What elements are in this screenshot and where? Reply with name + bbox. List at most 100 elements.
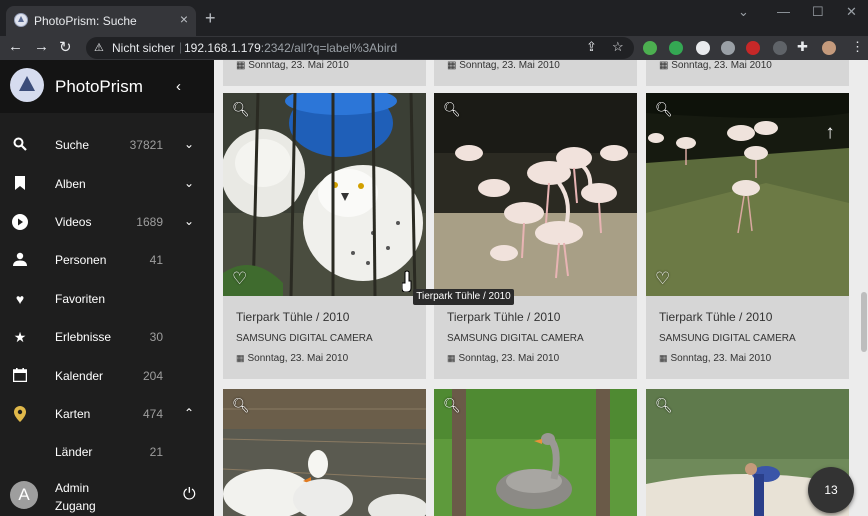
chevron-up-icon[interactable]: ⌃ [184, 406, 194, 420]
sidebar-item-count: 204 [142, 369, 163, 383]
profile-avatar-icon[interactable] [822, 41, 836, 55]
warning-icon[interactable]: ⚠ [94, 41, 104, 54]
card-camera[interactable]: SAMSUNG DIGITAL CAMERA [236, 333, 373, 344]
photo-card-partial[interactable]: ▦ Sonntag, 23. Mai 2010 [434, 60, 637, 86]
card-date[interactable]: ▦ Sonntag, 23. Mai 2010 [659, 353, 771, 364]
card-camera[interactable]: SAMSUNG DIGITAL CAMERA [447, 333, 584, 344]
sidebar-item-erlebnisse[interactable]: ★ Erlebnisse 30 [0, 320, 214, 354]
bookmark-icon [12, 176, 28, 192]
sidebar-item-label: Suche [55, 138, 90, 152]
photo-card[interactable]: 🔍︎ [223, 389, 426, 516]
sidebar: PhotoPrism ‹ Suche 37821 ⌄ Alben ⌄ Video… [0, 60, 214, 516]
sidebar-item-label: Videos [55, 215, 92, 229]
zoom-icon[interactable]: 🔍︎ [232, 397, 250, 414]
sidebar-item-label: Länder [55, 445, 93, 459]
extension-play-icon[interactable] [746, 41, 760, 55]
favorite-heart-icon[interactable]: ♡ [232, 269, 247, 289]
photo-card[interactable]: 🔍︎ Tierpark Tühle / 2010 SAMSUNG DIGITAL… [434, 93, 637, 379]
url-text[interactable]: 192.168.1.179:2342/all?q=label%3Abird [184, 41, 397, 55]
photo-card[interactable]: 🔍︎ [434, 389, 637, 516]
favorite-heart-icon[interactable]: ♡ [655, 269, 670, 289]
extension-magnifier-icon[interactable] [773, 41, 787, 55]
sidebar-item-favoriten[interactable]: ♥ Favoriten [0, 282, 214, 316]
sidebar-item-count: 37821 [129, 138, 163, 152]
sidebar-item-count: 1689 [136, 215, 163, 229]
avatar[interactable]: A [10, 481, 38, 509]
photo-grey-goose[interactable]: 🔍︎ [434, 389, 637, 516]
extensions-puzzle-icon[interactable]: ✚ [797, 39, 808, 55]
card-date[interactable]: ▦ Sonntag, 23. Mai 2010 [236, 353, 348, 364]
sidebar-item-personen[interactable]: Personen 41 [0, 243, 214, 277]
tab-search-icon[interactable]: ⌄ [738, 4, 749, 20]
logout-power-icon[interactable]: ⏻ [183, 486, 196, 504]
maximize-icon[interactable]: ☐ [812, 4, 824, 20]
browser-menu-icon[interactable]: ⋮ [851, 39, 864, 55]
sidebar-item-label: Kalender [55, 369, 104, 383]
reload-icon[interactable]: ↻ [59, 38, 72, 56]
sidebar-item-count: 474 [142, 407, 163, 421]
extension-search-icon[interactable] [696, 41, 710, 55]
card-camera[interactable]: SAMSUNG DIGITAL CAMERA [659, 333, 796, 344]
card-date: ▦ Sonntag, 23. Mai 2010 [447, 60, 560, 71]
user-role: Zugang [55, 499, 96, 513]
new-tab-button[interactable]: + [205, 8, 216, 29]
user-name: Admin [55, 481, 90, 495]
sidebar-item-karten[interactable]: Karten 474 ⌃ [0, 397, 214, 431]
zoom-icon[interactable]: 🔍︎ [655, 397, 673, 414]
scrollbar[interactable] [860, 60, 868, 516]
chevron-down-icon[interactable]: ⌄ [184, 214, 194, 228]
back-icon[interactable]: ← [8, 38, 23, 55]
heart-icon: ♥ [15, 291, 25, 307]
zoom-icon[interactable]: 🔍︎ [655, 101, 673, 118]
tab-close-button[interactable]: × [180, 11, 188, 27]
calendar-icon: ▦ [447, 353, 456, 363]
tab-title: PhotoPrism: Suche [34, 14, 137, 28]
zoom-icon[interactable]: 🔍︎ [232, 101, 250, 118]
card-title[interactable]: Tierpark Tühle / 2010 [447, 310, 560, 324]
sidebar-item-videos[interactable]: Videos 1689 ⌄ [0, 205, 214, 239]
card-date: ▦ Sonntag, 23. Mai 2010 [659, 60, 772, 71]
zoom-icon[interactable]: 🔍︎ [443, 101, 461, 118]
photo-white-geese[interactable]: 🔍︎ [223, 389, 426, 516]
selection-count-button[interactable]: 13 [808, 467, 854, 513]
extension-pen-icon[interactable] [721, 41, 735, 55]
minimize-icon[interactable]: — [777, 4, 790, 19]
browser-tab-strip: PhotoPrism: Suche × + ⌄ — ☐ ✕ [0, 0, 868, 36]
sidebar-item-kalender[interactable]: Kalender 204 [0, 359, 214, 393]
window-close-icon[interactable]: ✕ [846, 4, 857, 20]
calendar-icon [12, 368, 28, 384]
sidebar-item-alben[interactable]: Alben ⌄ [0, 167, 214, 201]
scrollbar-thumb[interactable] [861, 292, 867, 352]
chevron-down-icon[interactable]: ⌄ [184, 137, 194, 151]
collapse-sidebar-icon[interactable]: ‹ [176, 78, 181, 95]
photo-snowy-owls[interactable]: 🔍︎ ♡ [223, 93, 426, 296]
browser-tab[interactable]: PhotoPrism: Suche × [6, 6, 196, 36]
photoprism-logo-icon[interactable] [10, 68, 44, 102]
security-status[interactable]: Nicht sicher [112, 41, 175, 55]
photo-grid: ▦ Sonntag, 23. Mai 2010 ▦ Sonntag, 23. M… [214, 60, 868, 516]
address-bar[interactable]: ⚠ Nicht sicher | 192.168.1.179:2342/all?… [86, 37, 634, 59]
sidebar-item-suche[interactable]: Suche 37821 ⌄ [0, 128, 214, 162]
sidebar-item-laender[interactable]: Länder 21 [0, 435, 214, 469]
map-pin-icon [12, 406, 28, 422]
sidebar-item-label: Karten [55, 407, 91, 421]
extension-green-icon[interactable] [669, 41, 683, 55]
sidebar-item-count: 30 [149, 330, 163, 344]
card-date[interactable]: ▦ Sonntag, 23. Mai 2010 [447, 353, 559, 364]
scroll-to-top-arrow-icon[interactable]: ↑ [812, 115, 848, 151]
bookmark-star-icon[interactable]: ☆ [612, 39, 624, 55]
photo-card-partial[interactable]: ▦ Sonntag, 23. Mai 2010 [223, 60, 426, 86]
forward-icon[interactable]: → [34, 38, 49, 55]
sidebar-item-label: Erlebnisse [55, 330, 112, 344]
extension-drive-icon[interactable] [643, 41, 657, 55]
photo-card-partial[interactable]: ▦ Sonntag, 23. Mai 2010 [646, 60, 849, 86]
card-title[interactable]: Tierpark Tühle / 2010 [659, 310, 772, 324]
card-date: ▦ Sonntag, 23. Mai 2010 [236, 60, 349, 71]
user-account[interactable]: A Admin Zugang ⏻ [0, 473, 214, 516]
share-icon[interactable]: ⇪ [586, 39, 597, 55]
photo-flamingos[interactable]: 🔍︎ [434, 93, 637, 296]
chevron-down-icon[interactable]: ⌄ [184, 176, 194, 190]
card-title[interactable]: Tierpark Tühle / 2010 [236, 310, 349, 324]
photo-card[interactable]: 🔍︎ ♡ Tierpark Tühle / 2010 SAMSUNG DIGIT… [223, 93, 426, 379]
zoom-icon[interactable]: 🔍︎ [443, 397, 461, 414]
